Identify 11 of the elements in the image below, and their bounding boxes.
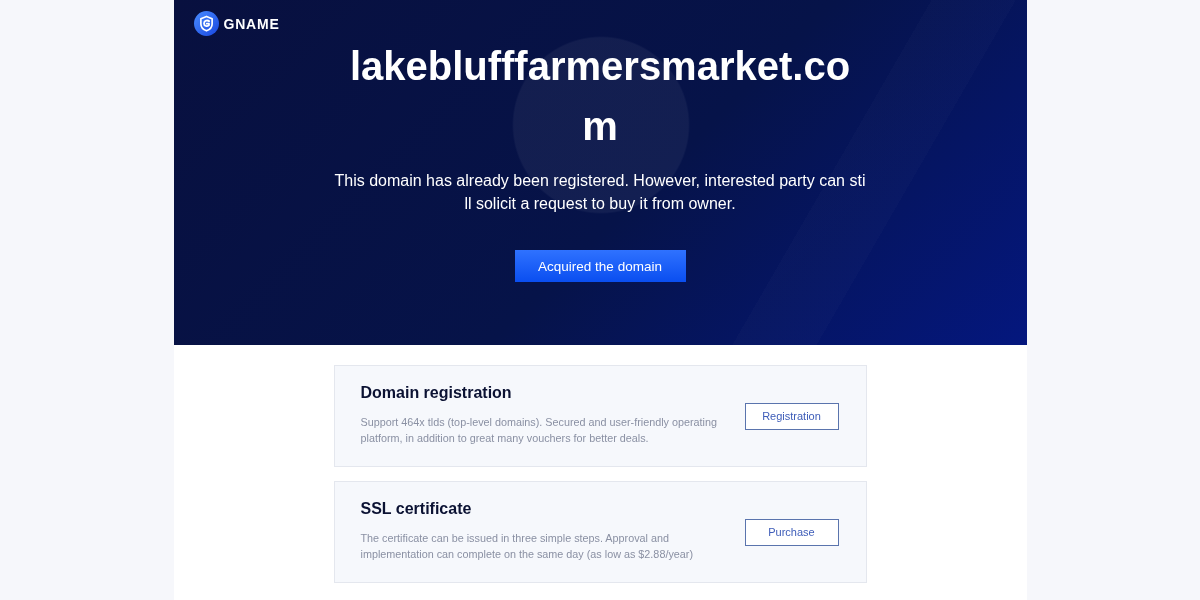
- service-button[interactable]: Registration: [744, 402, 839, 430]
- domain-title: lakeblufffarmersmarket.com: [348, 43, 852, 150]
- hero-message: This domain has already been registered. However, interested party can still solicit a request to buy it from owner.: [333, 171, 867, 214]
- acquire-domain-button[interactable]: Acquired the domain: [514, 250, 686, 282]
- service-description: The certificate can be issued in three simple steps. Approval and implementation can complete on the same day (as low as $2.88/year): [360, 531, 694, 562]
- service-title: SSL certificate: [360, 499, 473, 519]
- service-title: Domain registration: [360, 383, 513, 403]
- brand-name: GNAME: [223, 15, 280, 32]
- service-button[interactable]: Purchase: [744, 518, 839, 546]
- logo-icon: [193, 11, 219, 36]
- service-description: Support 464x tlds (top-level domains). Secured and user-friendly operating platform, in addition to great many vouchers for better deals.: [360, 415, 718, 446]
